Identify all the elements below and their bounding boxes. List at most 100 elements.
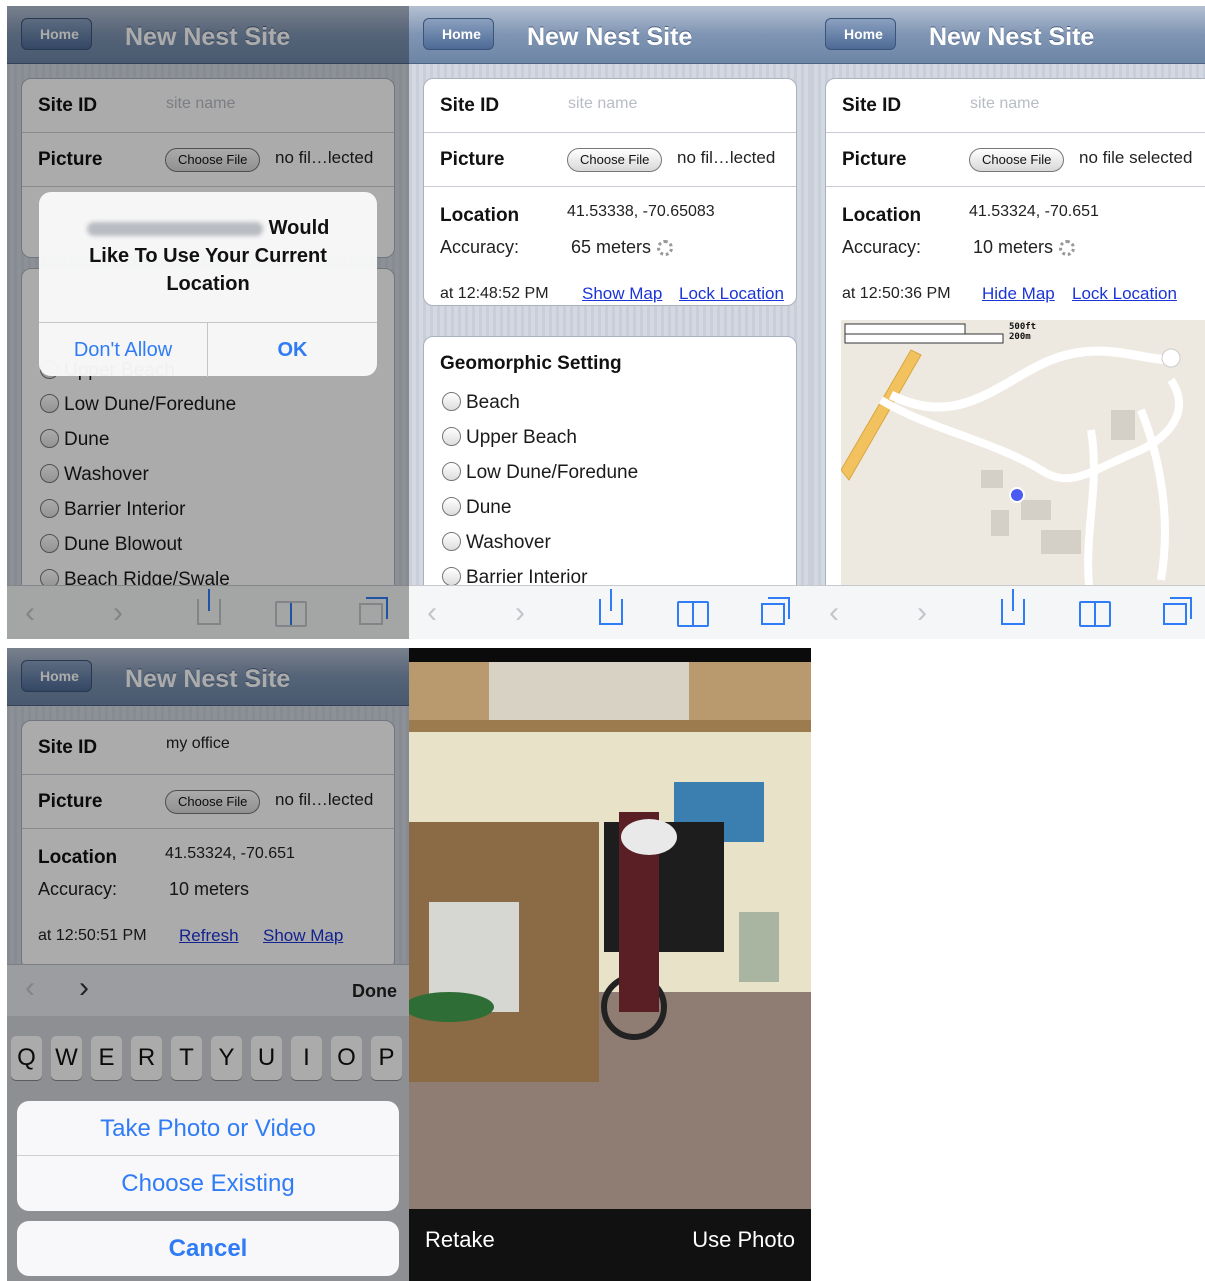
site-id-input[interactable]: site name [970, 95, 1039, 113]
take-photo-button[interactable]: Take Photo or Video [17, 1101, 399, 1156]
radio-button [442, 532, 461, 551]
radio-label: Dune [466, 497, 512, 518]
site-id-row: Site ID site name [826, 79, 1205, 133]
accuracy-label: Accuracy: [842, 237, 922, 257]
radio-label: Upper Beach [466, 427, 577, 448]
captured-photo [409, 662, 811, 1212]
radio-dune[interactable]: Dune [442, 497, 511, 519]
location-map[interactable]: 500ft 200m [841, 320, 1205, 600]
safari-toolbar: ‹ › [409, 585, 811, 639]
map-scale-bar [844, 333, 1004, 344]
location-row: Location 41.53338, -70.65083 Accuracy: 6… [424, 187, 796, 307]
location-label: Location [842, 205, 922, 226]
bookmarks-icon[interactable] [1079, 601, 1111, 627]
cancel-button[interactable]: Cancel [17, 1221, 399, 1276]
location-label: Location [440, 205, 520, 226]
radio-label: Washover [466, 532, 551, 553]
picture-row: Picture Choose File no file selected [826, 133, 1205, 187]
choose-file-button[interactable]: Choose File [969, 148, 1065, 172]
map-building [991, 510, 1009, 536]
nav-bar: Home New Nest Site [409, 6, 811, 64]
radio-low-dune[interactable]: Low Dune/Foredune [442, 462, 638, 484]
map-road [888, 346, 1172, 412]
cancel-sheet: Cancel [17, 1221, 399, 1276]
map-scale-meters: 200m [1009, 332, 1031, 342]
site-id-input[interactable]: site name [568, 95, 637, 113]
screen-camera-preview: Retake Use Photo [409, 648, 811, 1281]
loading-spinner-icon [1059, 240, 1076, 257]
alert-buttons: Don't Allow OK [39, 322, 377, 377]
choose-file-button[interactable]: Choose File [567, 148, 663, 172]
picture-row: Picture Choose File no fil…lected [424, 133, 796, 187]
radio-button [442, 567, 461, 586]
site-id-row: Site ID site name [424, 79, 796, 133]
location-timestamp: at 12:48:52 PM [440, 285, 549, 302]
accuracy-value: 65 meters [571, 237, 674, 258]
site-id-label: Site ID [440, 95, 500, 116]
back-arrow-icon[interactable]: ‹ [427, 596, 437, 630]
picture-label: Picture [440, 149, 505, 170]
file-status: no fil…lected [677, 148, 776, 167]
map-scale-bar [844, 323, 966, 335]
radio-label: Low Dune/Foredune [466, 462, 639, 483]
radio-beach[interactable]: Beach [442, 392, 520, 414]
screen-map-shown: Home New Nest Site Site ID site name Pic… [811, 6, 1205, 639]
nav-bar: Home New Nest Site [811, 6, 1205, 64]
lock-location-link[interactable]: Lock Location [1072, 284, 1177, 304]
map-building [1111, 410, 1135, 440]
current-location-dot [1009, 487, 1025, 503]
map-building [1021, 500, 1051, 520]
radio-washover[interactable]: Washover [442, 532, 551, 554]
photo-source-sheet: Take Photo or Video Choose Existing [17, 1101, 399, 1211]
photo-books [489, 662, 689, 722]
bookmarks-icon[interactable] [677, 601, 709, 627]
ok-button[interactable]: OK [208, 323, 377, 377]
tabs-icon[interactable] [1163, 597, 1192, 625]
photo-shelf [409, 720, 811, 732]
location-timestamp: at 12:50:36 PM [842, 285, 951, 302]
retake-button[interactable]: Retake [425, 1227, 495, 1253]
back-arrow-icon[interactable]: ‹ [829, 596, 839, 630]
location-permission-alert: Would Like To Use Your Current Location … [39, 192, 377, 377]
radio-button [442, 392, 461, 411]
geomorphic-title: Geomorphic Setting [440, 353, 622, 374]
tabs-icon[interactable] [761, 597, 790, 625]
site-form-card: Site ID site name Picture Choose File no… [423, 78, 797, 306]
photo-helmet [621, 819, 677, 855]
page-title: New Nest Site [929, 23, 1095, 51]
hide-map-link[interactable]: Hide Map [982, 284, 1055, 304]
map-building [981, 470, 1003, 488]
radio-label: Beach [466, 392, 520, 413]
use-photo-button[interactable]: Use Photo [692, 1227, 795, 1253]
map-graphic [841, 323, 1184, 600]
location-coords: 41.53338, -70.65083 [567, 203, 715, 220]
accuracy-text: 65 meters [571, 237, 652, 257]
home-button[interactable]: Home [825, 18, 896, 50]
alert-message-rest: Like To Use Your Current Location [89, 245, 327, 295]
show-map-link[interactable]: Show Map [582, 284, 662, 304]
accuracy-text: 10 meters [973, 237, 1054, 257]
accuracy-value: 10 meters [973, 237, 1076, 258]
forward-arrow-icon[interactable]: › [917, 596, 927, 630]
screen-location-alert: Home New Nest Site Site ID site name Pic… [7, 6, 409, 639]
home-button-label: Home [844, 26, 883, 42]
photo-wastebasket [739, 912, 779, 982]
radio-button [442, 462, 461, 481]
alert-message: Would Like To Use Your Current Location [59, 214, 357, 298]
choose-existing-button[interactable]: Choose Existing [17, 1156, 399, 1211]
accuracy-label: Accuracy: [440, 237, 520, 257]
file-status: no file selected [1079, 148, 1193, 167]
home-button[interactable]: Home [423, 18, 494, 50]
share-icon[interactable] [599, 589, 623, 625]
safari-toolbar: ‹ › [811, 585, 1205, 639]
screen-photo-action-sheet: Home New Nest Site Site ID my office Pic… [7, 648, 409, 1281]
share-icon[interactable] [1001, 589, 1025, 625]
dont-allow-button[interactable]: Don't Allow [39, 323, 208, 377]
loading-spinner-icon [657, 240, 674, 257]
location-row: Location 41.53324, -70.651 Accuracy: 10 … [826, 187, 1205, 317]
page-title: New Nest Site [527, 23, 693, 51]
radio-button [442, 497, 461, 516]
radio-upper-beach[interactable]: Upper Beach [442, 427, 577, 449]
lock-location-link[interactable]: Lock Location [679, 284, 784, 304]
forward-arrow-icon[interactable]: › [515, 596, 525, 630]
